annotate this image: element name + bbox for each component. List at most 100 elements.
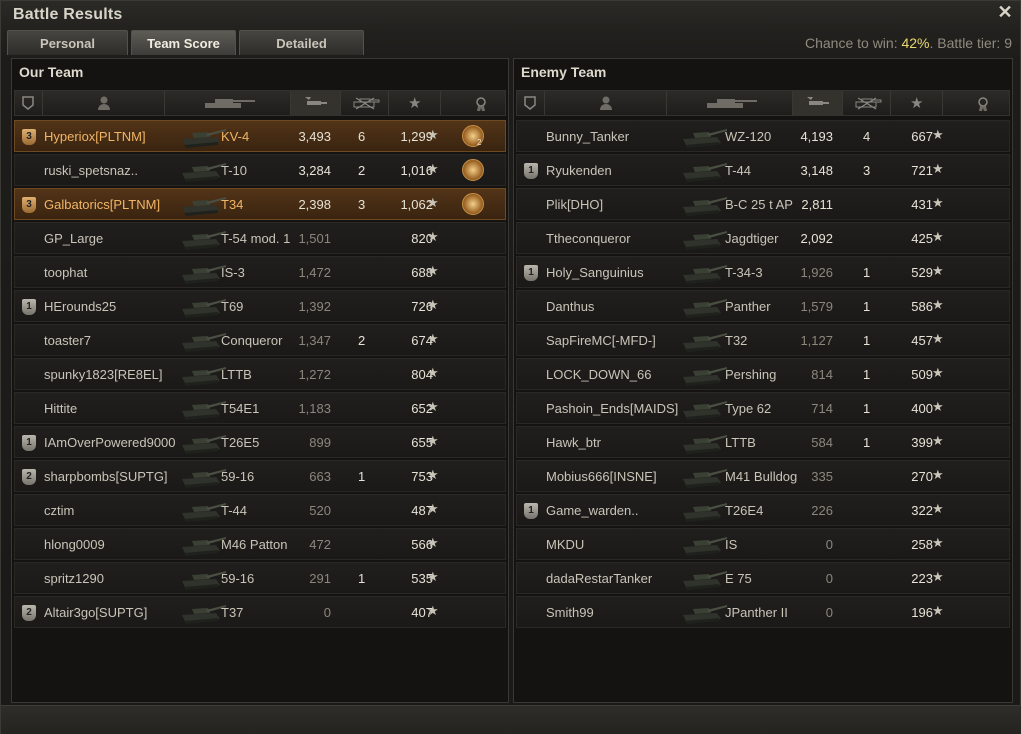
our-team-header: ★ bbox=[14, 90, 506, 116]
damage-value: 1,501 bbox=[298, 231, 331, 246]
player-name[interactable]: Plik[DHO] bbox=[546, 197, 603, 212]
player-name[interactable]: Danthus bbox=[546, 299, 594, 314]
tank-name: T-44 bbox=[725, 163, 752, 178]
medal-icon[interactable] bbox=[462, 159, 484, 181]
player-name[interactable]: Bunny_Tanker bbox=[546, 129, 629, 144]
player-name[interactable]: sharpbombs[SUPTG] bbox=[44, 469, 168, 484]
player-row[interactable]: Mobius666[INSNE] M41 Bulldog 335 270 ★ bbox=[516, 460, 1010, 492]
col-xp[interactable]: ★ bbox=[389, 91, 441, 115]
player-name[interactable]: Ryukenden bbox=[546, 163, 612, 178]
player-name[interactable]: MKDU bbox=[546, 537, 584, 552]
player-row[interactable]: 2 Altair3go[SUPTG] T37 0 407 ★ bbox=[14, 596, 506, 628]
player-name[interactable]: cztim bbox=[44, 503, 74, 518]
player-row[interactable]: 1 Game_warden.. T26E4 226 322 ★ bbox=[516, 494, 1010, 526]
player-row[interactable]: Hittite T54E1 1,183 652 ★ bbox=[14, 392, 506, 424]
player-row[interactable]: 1 HErounds25 T69 1,392 726 ★ bbox=[14, 290, 506, 322]
kills-value: 1 bbox=[863, 435, 871, 450]
player-name[interactable]: spunky1823[RE8EL] bbox=[44, 367, 163, 382]
player-row[interactable]: Plik[DHO] B-C 25 t AP 2,811 431 ★ bbox=[516, 188, 1010, 220]
player-name[interactable]: ruski_spetsnaz.. bbox=[44, 163, 138, 178]
col-player[interactable] bbox=[545, 91, 667, 115]
col-xp[interactable]: ★ bbox=[891, 91, 943, 115]
tank-name: T-54 mod. 1 bbox=[221, 231, 291, 246]
col-tank[interactable] bbox=[667, 91, 793, 115]
player-name[interactable]: toaster7 bbox=[44, 333, 91, 348]
tank-name: IS-3 bbox=[221, 265, 245, 280]
player-name[interactable]: Altair3go[SUPTG] bbox=[44, 605, 147, 620]
player-row[interactable]: SapFireMC[-MFD-] T32 1,127 1 457 ★ bbox=[516, 324, 1010, 356]
player-name[interactable]: Game_warden.. bbox=[546, 503, 639, 518]
damage-value: 663 bbox=[309, 469, 331, 484]
player-row[interactable]: 2 sharpbombs[SUPTG] 59-16 663 1 753 ★ bbox=[14, 460, 506, 492]
star-icon: ★ bbox=[932, 433, 944, 448]
player-row[interactable]: 1 Holy_Sanguinius T-34-3 1,926 1 529 ★ bbox=[516, 256, 1010, 288]
kills-value: 6 bbox=[358, 129, 366, 144]
player-row[interactable]: toaster7 Conqueror 1,347 2 674 ★ bbox=[14, 324, 506, 356]
player-row[interactable]: 3 Galbatorics[PLTNM] T34 2,398 3 1,062 ★ bbox=[14, 188, 506, 220]
damage-value: 472 bbox=[309, 537, 331, 552]
player-row[interactable]: 3 Hyperiox[PLTNM] KV-4 3,493 6 1,299 ★ 2 bbox=[14, 120, 506, 152]
player-row[interactable]: 1 Ryukenden T-44 3,148 3 721 ★ bbox=[516, 154, 1010, 186]
player-name[interactable]: Hittite bbox=[44, 401, 77, 416]
player-row[interactable]: MKDU IS 0 258 ★ bbox=[516, 528, 1010, 560]
player-row[interactable]: Ttheconqueror Jagdtiger 2,092 425 ★ bbox=[516, 222, 1010, 254]
tab-team-score[interactable]: Team Score bbox=[131, 30, 236, 55]
col-kills[interactable] bbox=[341, 91, 389, 115]
player-name[interactable]: HErounds25 bbox=[44, 299, 116, 314]
player-name[interactable]: Smith99 bbox=[546, 605, 594, 620]
tank-image bbox=[683, 435, 727, 454]
col-damage[interactable] bbox=[793, 91, 843, 115]
player-row[interactable]: dadaRestarTanker E 75 0 223 ★ bbox=[516, 562, 1010, 594]
tank-image bbox=[683, 197, 727, 216]
player-name[interactable]: SapFireMC[-MFD-] bbox=[546, 333, 656, 348]
player-name[interactable]: Holy_Sanguinius bbox=[546, 265, 644, 280]
col-badge[interactable] bbox=[15, 91, 43, 115]
player-row[interactable]: Pashoin_Ends[MAIDS] Type 62 714 1 400 ★ bbox=[516, 392, 1010, 424]
player-row[interactable]: Smith99 JPanther II 0 196 ★ bbox=[516, 596, 1010, 628]
player-name[interactable]: Ttheconqueror bbox=[546, 231, 631, 246]
col-medals[interactable] bbox=[441, 91, 507, 115]
player-row[interactable]: spritz1290 59-16 291 1 535 ★ bbox=[14, 562, 506, 594]
col-tank[interactable] bbox=[165, 91, 291, 115]
player-row[interactable]: cztim T-44 520 487 ★ bbox=[14, 494, 506, 526]
player-name[interactable]: LOCK_DOWN_66 bbox=[546, 367, 651, 382]
medal-count: 2 bbox=[477, 138, 482, 147]
star-icon: ★ bbox=[932, 331, 944, 346]
player-row[interactable]: Danthus Panther 1,579 1 586 ★ bbox=[516, 290, 1010, 322]
player-name[interactable]: IAmOverPowered9000 bbox=[44, 435, 176, 450]
player-name[interactable]: Mobius666[INSNE] bbox=[546, 469, 657, 484]
player-name[interactable]: hlong0009 bbox=[44, 537, 105, 552]
player-row[interactable]: Bunny_Tanker WZ-120 4,193 4 667 ★ bbox=[516, 120, 1010, 152]
star-icon: ★ bbox=[427, 467, 439, 482]
tank-name: T-44 bbox=[221, 503, 248, 518]
player-name[interactable]: toophat bbox=[44, 265, 87, 280]
player-row[interactable]: Hawk_btr LTTB 584 1 399 ★ bbox=[516, 426, 1010, 458]
player-row[interactable]: toophat IS-3 1,472 688 ★ bbox=[14, 256, 506, 288]
player-name[interactable]: Galbatorics[PLTNM] bbox=[44, 197, 160, 212]
player-row[interactable]: spunky1823[RE8EL] LTTB 1,272 804 ★ bbox=[14, 358, 506, 390]
player-row[interactable]: LOCK_DOWN_66 Pershing 814 1 509 ★ bbox=[516, 358, 1010, 390]
close-icon[interactable]: ✕ bbox=[996, 3, 1014, 21]
player-name[interactable]: GP_Large bbox=[44, 231, 103, 246]
tab-personal-score[interactable]: Personal Score bbox=[7, 30, 128, 76]
player-name[interactable]: Hawk_btr bbox=[546, 435, 601, 450]
star-icon: ★ bbox=[427, 331, 439, 346]
player-row[interactable]: 1 IAmOverPowered9000 T26E5 899 655 ★ bbox=[14, 426, 506, 458]
tank-name: LTTB bbox=[725, 435, 756, 450]
tab-detailed-report[interactable]: Detailed Report bbox=[239, 30, 364, 76]
player-name[interactable]: dadaRestarTanker bbox=[546, 571, 652, 586]
col-badge[interactable] bbox=[517, 91, 545, 115]
col-medals[interactable] bbox=[943, 91, 1011, 115]
player-row[interactable]: ruski_spetsnaz.. T-10 3,284 2 1,016 ★ bbox=[14, 154, 506, 186]
player-name[interactable]: Pashoin_Ends[MAIDS] bbox=[546, 401, 678, 416]
player-row[interactable]: GP_Large T-54 mod. 1 1,501 820 ★ bbox=[14, 222, 506, 254]
player-name[interactable]: Hyperiox[PLTNM] bbox=[44, 129, 146, 144]
col-damage[interactable] bbox=[291, 91, 341, 115]
battle-tier: . Battle tier: 9 bbox=[929, 35, 1012, 51]
star-icon: ★ bbox=[932, 195, 944, 210]
col-kills[interactable] bbox=[843, 91, 891, 115]
player-row[interactable]: hlong0009 M46 Patton 472 566 ★ bbox=[14, 528, 506, 560]
col-player[interactable] bbox=[43, 91, 165, 115]
player-name[interactable]: spritz1290 bbox=[44, 571, 104, 586]
medal-icon[interactable] bbox=[462, 193, 484, 215]
